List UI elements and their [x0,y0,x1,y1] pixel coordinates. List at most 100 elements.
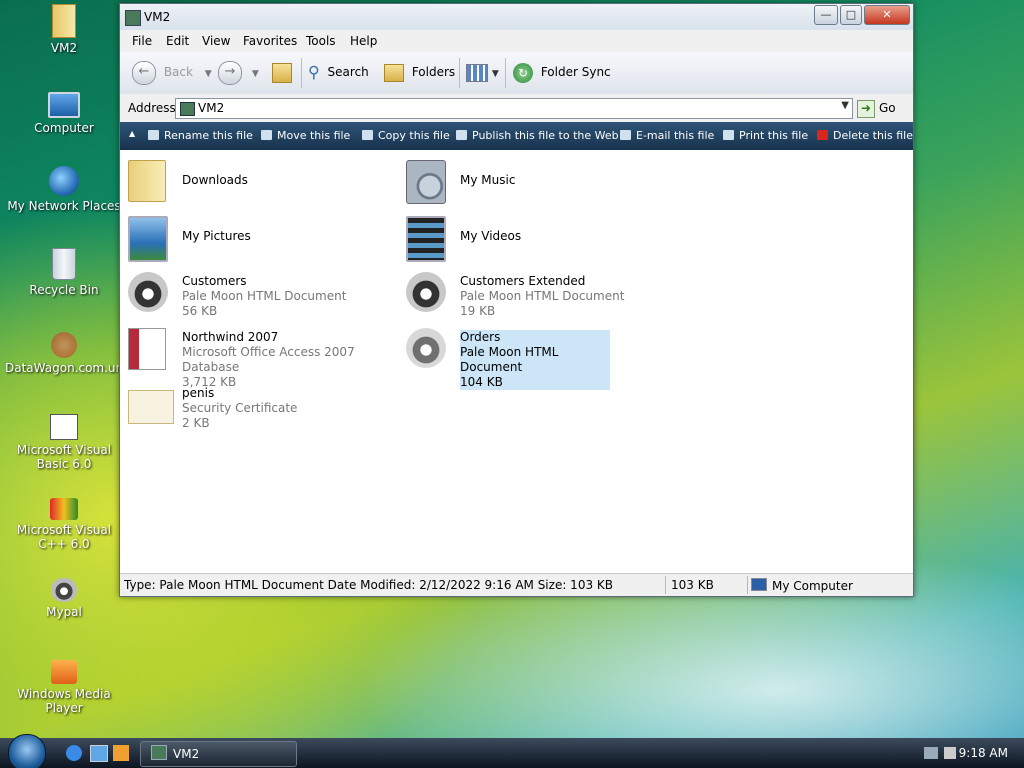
list-item-orders[interactable]: Orders Pale Moon HTML Document 104 KB [400,324,660,390]
music-folder-icon [406,160,446,204]
collapse-icon[interactable]: ▲ [129,129,135,138]
network-tray-icon[interactable] [924,747,938,759]
move-icon [261,130,272,140]
minimize-button[interactable]: — [814,5,838,25]
task-print[interactable]: Print this file [723,129,808,142]
quick-launch-desktop-icon[interactable] [90,745,108,762]
toolbar-separator [301,58,302,88]
access-database-icon [128,328,166,370]
file-list: Downloads My Music My Pictures My Videos… [120,150,913,570]
toolbar-separator [505,58,506,88]
videos-folder-icon [406,216,446,262]
pictures-folder-icon [128,216,168,262]
address-label: Address [128,101,176,115]
toolbar: ← Back ▼ → ▼ ⚲ Search Folders ▼ ↻ Folder… [120,52,913,95]
menu-tools[interactable]: Tools [306,34,336,48]
explorer-window: VM2 — □ ✕ File Edit View Favorites Tools… [119,3,914,597]
folder-sync-button[interactable]: ↻ Folder Sync [513,60,611,84]
recycle-bin-icon [52,248,76,280]
task-email[interactable]: E-mail this file [620,129,714,142]
forward-button[interactable]: → ▼ [218,60,259,85]
folders-icon [384,63,404,82]
list-item-certificate[interactable]: penis Security Certificate 2 KB [122,380,382,430]
desktop-icon-network[interactable]: My Network Places [5,166,123,213]
search-button[interactable]: ⚲ Search [308,60,369,84]
up-button[interactable] [272,60,292,84]
desktop-icon-visual-cpp[interactable]: Microsoft Visual C++ 6.0 [5,498,123,551]
status-size: 103 KB [671,578,714,592]
url-shortcut-icon [51,332,77,358]
desktop-icon-mypal[interactable]: Mypal [5,578,123,619]
task-copy[interactable]: Copy this file [362,129,450,142]
task-delete[interactable]: Delete this file [817,129,913,142]
list-item-customers-extended[interactable]: Customers Extended Pale Moon HTML Documen… [400,268,660,318]
status-divider [747,576,748,594]
sync-icon: ↻ [513,62,533,83]
chevron-down-icon: ▼ [204,69,212,79]
desktop-icon-media-player[interactable]: Windows Media Player [5,660,123,715]
go-button[interactable]: ➜ Go [857,98,905,118]
go-arrow-icon: ➜ [857,99,875,118]
menu-edit[interactable]: Edit [166,34,189,48]
quick-launch-ie-icon[interactable] [66,745,82,761]
file-tasks-bar: ▲ Rename this file Move this file Copy t… [120,122,913,150]
desktop-icon-visual-basic[interactable]: Microsoft Visual Basic 6.0 [5,414,123,471]
volume-tray-icon[interactable] [944,747,956,759]
list-item-my-videos[interactable]: My Videos [400,212,660,262]
task-rename[interactable]: Rename this file [148,129,253,142]
title-bar[interactable]: VM2 — □ ✕ [120,4,913,30]
chevron-down-icon[interactable]: ▼ [841,100,849,111]
address-bar: Address VM2 ▼ ➜ Go [120,94,913,123]
menu-view[interactable]: View [202,34,230,48]
desktop-icon-vm2[interactable]: VM2 [5,4,123,55]
search-icon: ⚲ [308,62,320,82]
quick-launch-media-icon[interactable] [113,745,129,761]
rename-icon [148,130,159,140]
computer-icon [751,578,767,591]
status-zone: My Computer [751,578,853,593]
pale-moon-html-icon [406,272,446,312]
publish-icon [456,130,467,140]
views-button[interactable]: ▼ [466,60,499,84]
list-item-my-music[interactable]: My Music [400,156,660,206]
computer-icon [48,92,80,118]
menu-help[interactable]: Help [350,34,377,48]
close-button[interactable]: ✕ [864,5,910,25]
media-player-icon [51,660,77,684]
menu-file[interactable]: File [132,34,152,48]
delete-icon [817,130,828,140]
desktop-icon-datawagon[interactable]: DataWagon.com.url [5,332,124,375]
menu-bar: File Edit View Favorites Tools Help [120,30,913,53]
maximize-button[interactable]: □ [840,5,862,25]
folder-icon [151,745,167,760]
list-item-northwind[interactable]: Northwind 2007 Microsoft Office Access 20… [122,324,382,389]
chevron-down-icon: ▼ [491,69,499,79]
folders-button[interactable]: Folders [384,60,455,84]
pale-moon-html-icon [406,328,446,368]
task-publish[interactable]: Publish this file to the Web [456,129,619,142]
start-button[interactable] [8,734,46,768]
address-input[interactable]: VM2 ▼ [175,98,853,119]
status-details: Type: Pale Moon HTML Document Date Modif… [124,578,613,592]
pale-moon-html-icon [128,272,168,312]
print-icon [723,130,734,140]
status-divider [665,576,666,594]
list-item-my-pictures[interactable]: My Pictures [122,212,382,262]
taskbar-window-vm2[interactable]: VM2 [140,741,297,767]
views-icon [466,63,488,82]
back-button[interactable]: ← Back ▼ [132,60,212,85]
taskbar: VM2 9:18 AM [0,734,1024,768]
forward-arrow-icon: → [218,60,242,85]
network-icon [49,166,79,196]
list-item-customers[interactable]: Customers Pale Moon HTML Document 56 KB [122,268,382,318]
clock[interactable]: 9:18 AM [959,746,1008,760]
list-item-downloads[interactable]: Downloads [122,156,382,206]
desktop-icon-computer[interactable]: Computer [5,86,123,135]
folder-window-icon [125,10,141,26]
certificate-icon [128,390,174,424]
menu-favorites[interactable]: Favorites [243,34,297,48]
folder-icon [180,102,195,116]
task-move[interactable]: Move this file [261,129,350,142]
desktop-icon-recycle-bin[interactable]: Recycle Bin [5,248,123,297]
status-bar: Type: Pale Moon HTML Document Date Modif… [120,573,913,596]
